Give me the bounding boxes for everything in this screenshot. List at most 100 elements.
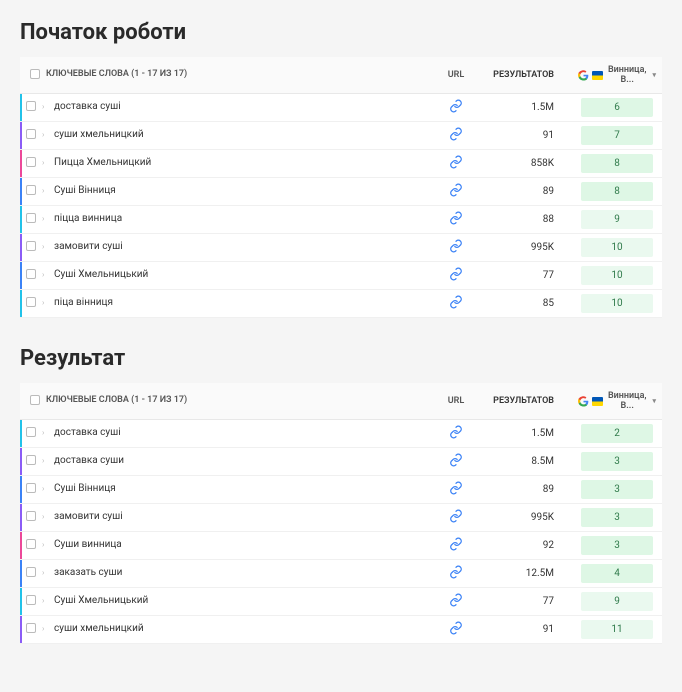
link-icon[interactable] bbox=[449, 509, 463, 523]
select-all-checkbox[interactable] bbox=[30, 395, 40, 405]
row-checkbox[interactable] bbox=[26, 539, 36, 549]
keyword-text: замовити суші bbox=[54, 241, 123, 252]
table-row[interactable]: ›доставка суші1.5M2 bbox=[20, 420, 662, 448]
url-cell[interactable] bbox=[428, 476, 484, 504]
expand-icon[interactable]: › bbox=[42, 568, 48, 577]
row-checkbox[interactable] bbox=[26, 157, 36, 167]
table-row[interactable]: ›замовити суші995K3 bbox=[20, 504, 662, 532]
link-icon[interactable] bbox=[449, 211, 463, 225]
col-region[interactable]: Винница, В...▾ bbox=[572, 383, 662, 420]
url-cell[interactable] bbox=[428, 588, 484, 616]
results-cell: 8.5M bbox=[484, 448, 572, 476]
url-cell[interactable] bbox=[428, 262, 484, 290]
link-icon[interactable] bbox=[449, 239, 463, 253]
link-icon[interactable] bbox=[449, 481, 463, 495]
col-url[interactable]: URL bbox=[428, 383, 484, 420]
row-checkbox[interactable] bbox=[26, 427, 36, 437]
table-row[interactable]: ›замовити суші995K10 bbox=[20, 234, 662, 262]
link-icon[interactable] bbox=[449, 453, 463, 467]
row-checkbox[interactable] bbox=[26, 623, 36, 633]
link-icon[interactable] bbox=[449, 295, 463, 309]
link-icon[interactable] bbox=[449, 99, 463, 113]
url-cell[interactable] bbox=[428, 420, 484, 448]
expand-icon[interactable]: › bbox=[42, 298, 48, 307]
row-checkbox[interactable] bbox=[26, 101, 36, 111]
url-cell[interactable] bbox=[428, 206, 484, 234]
col-results[interactable]: РЕЗУЛЬТАТОВ bbox=[484, 57, 572, 94]
url-cell[interactable] bbox=[428, 150, 484, 178]
link-icon[interactable] bbox=[449, 425, 463, 439]
row-checkbox[interactable] bbox=[26, 567, 36, 577]
rank-cell: 8 bbox=[572, 178, 662, 206]
url-cell[interactable] bbox=[428, 532, 484, 560]
link-icon[interactable] bbox=[449, 183, 463, 197]
row-checkbox[interactable] bbox=[26, 241, 36, 251]
keyword-text: піцца винница bbox=[54, 213, 122, 224]
link-icon[interactable] bbox=[449, 155, 463, 169]
row-checkbox[interactable] bbox=[26, 455, 36, 465]
table-row[interactable]: ›піца вінниця8510 bbox=[20, 290, 662, 318]
col-region[interactable]: Винница, В...▾ bbox=[572, 57, 662, 94]
table-row[interactable]: ›доставка суші1.5M6 bbox=[20, 94, 662, 122]
table-row[interactable]: ›піцца винница889 bbox=[20, 206, 662, 234]
row-checkbox[interactable] bbox=[26, 213, 36, 223]
col-url[interactable]: URL bbox=[428, 57, 484, 94]
url-cell[interactable] bbox=[428, 560, 484, 588]
table-row[interactable]: ›Суші Вінниця893 bbox=[20, 476, 662, 504]
ukraine-flag-icon bbox=[592, 71, 603, 80]
col-keywords[interactable]: КЛЮЧЕВЫЕ СЛОВА (1 - 17 ИЗ 17) bbox=[20, 57, 428, 94]
expand-icon[interactable]: › bbox=[42, 214, 48, 223]
url-cell[interactable] bbox=[428, 616, 484, 644]
expand-icon[interactable]: › bbox=[42, 158, 48, 167]
link-icon[interactable] bbox=[449, 565, 463, 579]
url-cell[interactable] bbox=[428, 122, 484, 150]
expand-icon[interactable]: › bbox=[42, 624, 48, 633]
table-row[interactable]: ›суши хмельницкий917 bbox=[20, 122, 662, 150]
expand-icon[interactable]: › bbox=[42, 540, 48, 549]
row-checkbox[interactable] bbox=[26, 483, 36, 493]
row-checkbox[interactable] bbox=[26, 269, 36, 279]
row-checkbox[interactable] bbox=[26, 129, 36, 139]
expand-icon[interactable]: › bbox=[42, 456, 48, 465]
select-all-checkbox[interactable] bbox=[30, 69, 40, 79]
section-title: Початок роботи bbox=[20, 20, 662, 45]
table-row[interactable]: ›Суші Хмельницький779 bbox=[20, 588, 662, 616]
keyword-cell: › доставка суши bbox=[20, 448, 428, 476]
link-icon[interactable] bbox=[449, 267, 463, 281]
col-keywords[interactable]: КЛЮЧЕВЫЕ СЛОВА (1 - 17 ИЗ 17) bbox=[20, 383, 428, 420]
url-cell[interactable] bbox=[428, 234, 484, 262]
col-results[interactable]: РЕЗУЛЬТАТОВ bbox=[484, 383, 572, 420]
table-row[interactable]: ›Суші Вінниця898 bbox=[20, 178, 662, 206]
expand-icon[interactable]: › bbox=[42, 186, 48, 195]
keyword-text: доставка суши bbox=[54, 455, 124, 466]
link-icon[interactable] bbox=[449, 593, 463, 607]
row-checkbox[interactable] bbox=[26, 185, 36, 195]
link-icon[interactable] bbox=[449, 537, 463, 551]
expand-icon[interactable]: › bbox=[42, 428, 48, 437]
expand-icon[interactable]: › bbox=[42, 596, 48, 605]
url-cell[interactable] bbox=[428, 290, 484, 318]
expand-icon[interactable]: › bbox=[42, 130, 48, 139]
table-row[interactable]: ›доставка суши8.5M3 bbox=[20, 448, 662, 476]
url-cell[interactable] bbox=[428, 448, 484, 476]
row-checkbox[interactable] bbox=[26, 297, 36, 307]
expand-icon[interactable]: › bbox=[42, 242, 48, 251]
table-row[interactable]: ›суши хмельницкий9111 bbox=[20, 616, 662, 644]
expand-icon[interactable]: › bbox=[42, 270, 48, 279]
table-row[interactable]: ›заказать суши12.5M4 bbox=[20, 560, 662, 588]
expand-icon[interactable]: › bbox=[42, 102, 48, 111]
url-cell[interactable] bbox=[428, 504, 484, 532]
expand-icon[interactable]: › bbox=[42, 512, 48, 521]
keyword-cell: ›Пицца Хмельницкий bbox=[20, 150, 428, 178]
url-cell[interactable] bbox=[428, 178, 484, 206]
link-icon[interactable] bbox=[449, 127, 463, 141]
expand-icon[interactable]: › bbox=[42, 484, 48, 493]
table-row[interactable]: ›Пицца Хмельницкий858K8 bbox=[20, 150, 662, 178]
rank-cell: 8 bbox=[572, 150, 662, 178]
row-checkbox[interactable] bbox=[26, 595, 36, 605]
table-row[interactable]: ›Суши винница923 bbox=[20, 532, 662, 560]
link-icon[interactable] bbox=[449, 621, 463, 635]
table-row[interactable]: ›Суші Хмельницький7710 bbox=[20, 262, 662, 290]
row-checkbox[interactable] bbox=[26, 511, 36, 521]
url-cell[interactable] bbox=[428, 94, 484, 122]
